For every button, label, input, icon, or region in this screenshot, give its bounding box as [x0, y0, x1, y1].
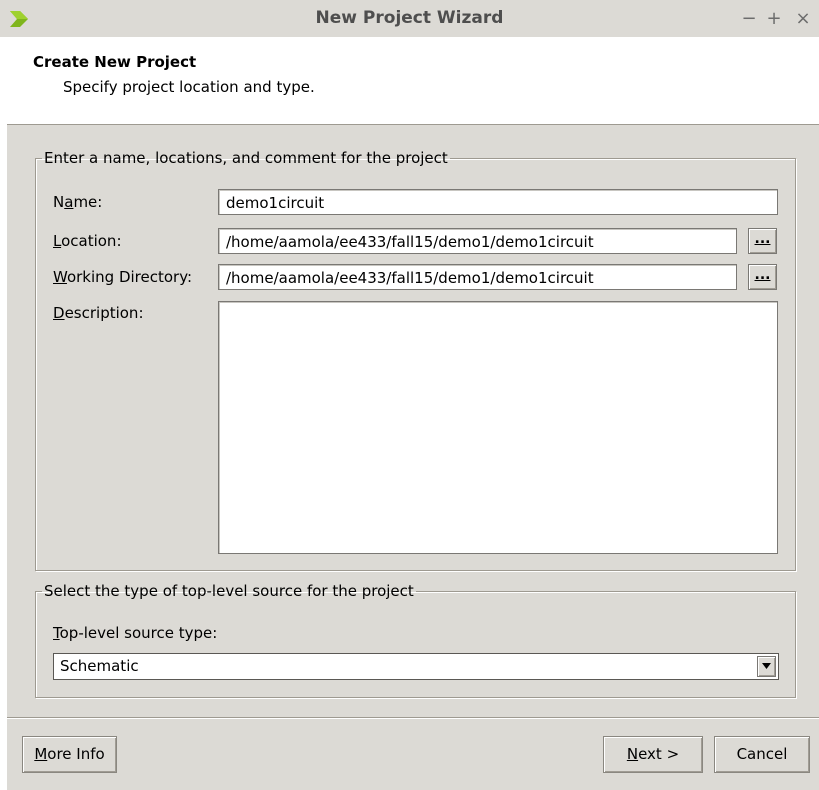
maximize-button[interactable]: +: [764, 0, 784, 37]
minimize-button[interactable]: −: [739, 0, 759, 37]
top-level-source-type-label: Top-level source type:: [53, 624, 218, 642]
cancel-button[interactable]: Cancel: [714, 736, 810, 773]
working-directory-browse-button[interactable]: ...: [748, 264, 777, 290]
description-label: Description:: [53, 304, 144, 322]
location-label: Location:: [53, 232, 122, 250]
page-title: Create New Project: [33, 53, 197, 71]
location-browse-button[interactable]: ...: [748, 228, 777, 254]
close-button[interactable]: ×: [793, 0, 813, 37]
next-button[interactable]: Next >: [603, 736, 703, 773]
title-bar[interactable]: New Project Wizard − + ×: [0, 0, 819, 37]
page-subtitle: Specify project location and type.: [63, 78, 315, 96]
project-details-legend: Enter a name, locations, and comment for…: [44, 149, 448, 167]
footer-separator: [7, 717, 819, 719]
wizard-header: Create New Project Specify project locat…: [0, 37, 819, 124]
description-textarea[interactable]: [218, 301, 778, 554]
name-label: Name:: [53, 193, 103, 211]
window-title: New Project Wizard: [315, 8, 504, 28]
name-input[interactable]: demo1circuit: [218, 189, 778, 215]
dropdown-arrow-button[interactable]: [757, 656, 776, 677]
chevron-down-icon: [762, 663, 771, 669]
wizard-content: Enter a name, locations, and comment for…: [7, 124, 819, 790]
top-level-source-type-select[interactable]: Schematic: [53, 653, 779, 680]
working-directory-label: Working Directory:: [53, 268, 193, 286]
working-directory-input[interactable]: /home/aamola/ee433/fall15/demo1/demo1cir…: [218, 264, 737, 290]
location-input[interactable]: /home/aamola/ee433/fall15/demo1/demo1cir…: [218, 228, 737, 254]
source-type-legend: Select the type of top-level source for …: [44, 582, 414, 600]
more-info-button[interactable]: More Info: [22, 736, 117, 773]
selected-source-type: Schematic: [60, 657, 139, 675]
